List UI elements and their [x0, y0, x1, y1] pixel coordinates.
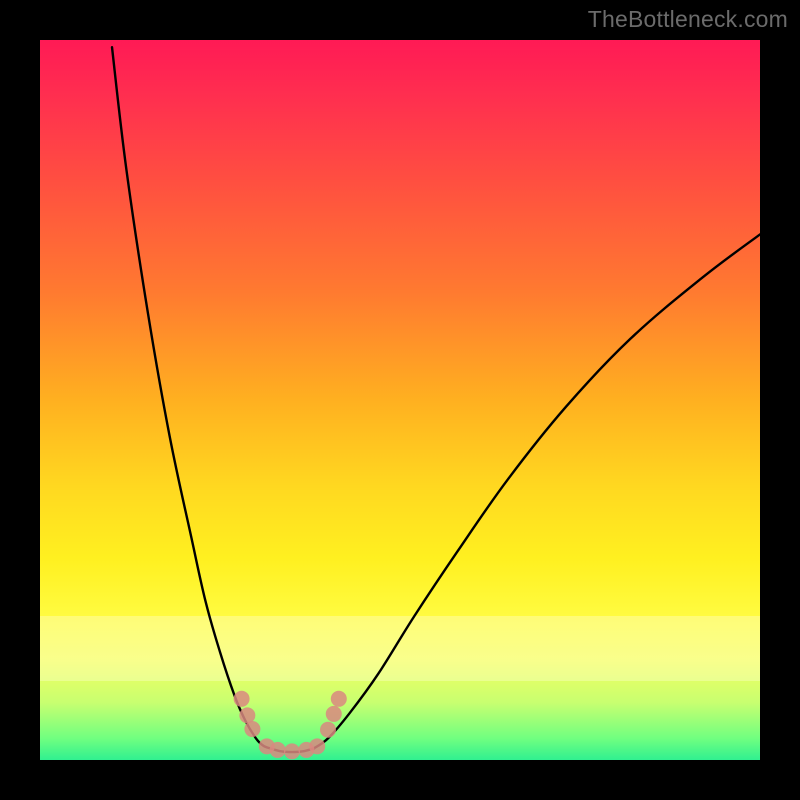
highlight-band	[40, 616, 760, 681]
data-marker	[234, 691, 250, 707]
plot-area	[40, 40, 760, 760]
data-marker	[309, 738, 325, 754]
watermark-text: TheBottleneck.com	[588, 6, 788, 33]
data-marker	[326, 706, 342, 722]
data-marker	[284, 743, 300, 759]
chart-frame: TheBottleneck.com	[0, 0, 800, 800]
data-marker	[298, 742, 314, 758]
data-marker	[331, 691, 347, 707]
data-marker	[259, 738, 275, 754]
curve-layer	[40, 40, 760, 760]
data-marker	[320, 722, 336, 738]
data-marker	[244, 721, 260, 737]
bottleneck-curve	[112, 47, 760, 752]
data-marker	[239, 707, 255, 723]
marker-group	[234, 691, 347, 760]
data-marker	[270, 742, 286, 758]
